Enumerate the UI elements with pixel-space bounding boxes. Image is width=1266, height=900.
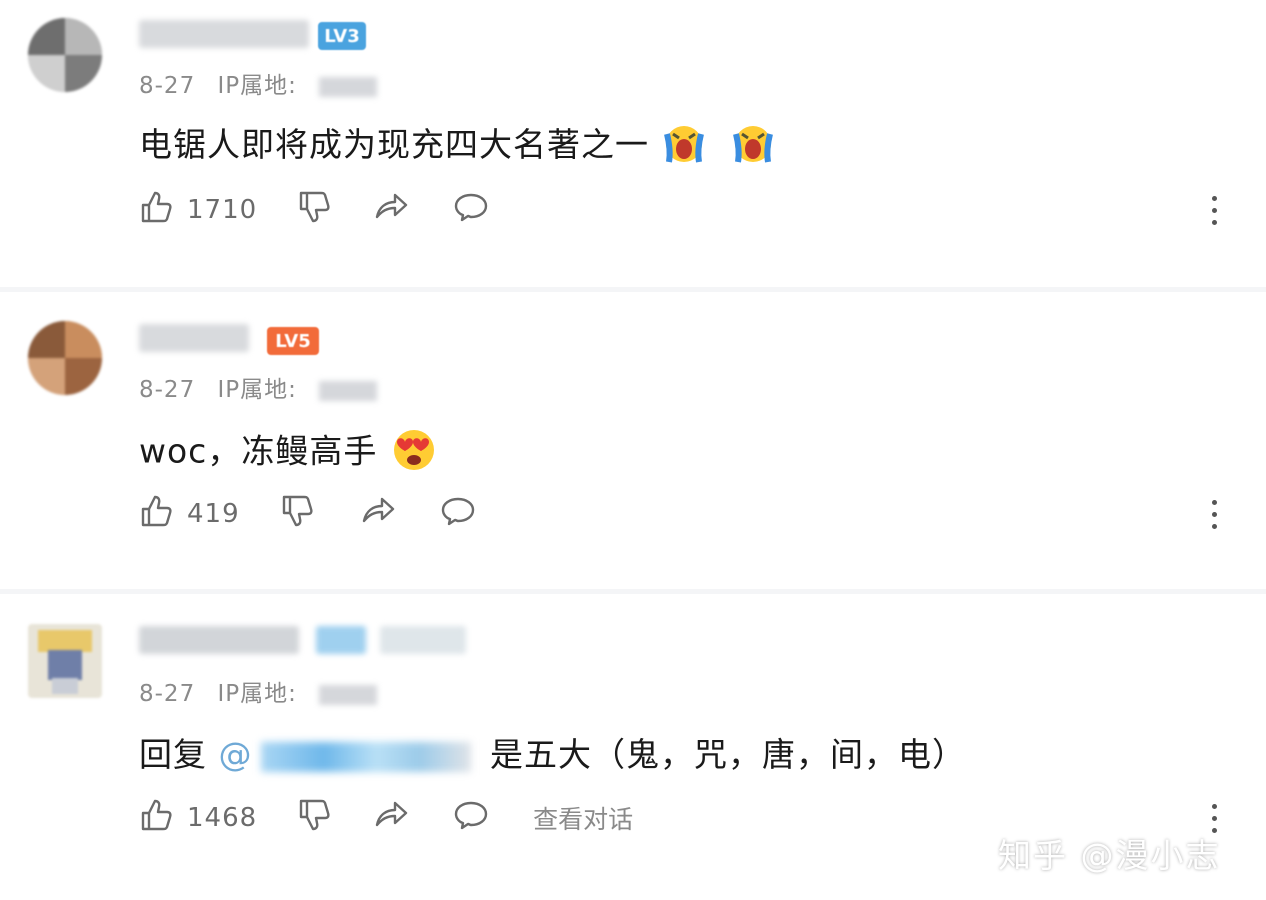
avatar[interactable] [28,624,102,698]
share-button[interactable] [373,797,409,840]
comment-date: 8-27 [139,681,196,707]
thumbs-up-icon [139,797,175,840]
badge-blurred [316,626,366,654]
avatar[interactable] [28,18,102,92]
share-button[interactable] [373,189,409,232]
reply-button[interactable] [453,189,489,232]
ip-location-blurred [319,380,378,401]
dislike-button[interactable] [297,189,333,232]
share-icon [373,189,409,232]
badge-blurred [380,626,466,654]
comment-meta: 8-27 IP属地: [139,66,378,100]
reply-button[interactable] [440,493,476,536]
comment-date: 8-27 [139,377,196,403]
like-count: 1468 [187,803,258,833]
reply-button[interactable] [453,797,489,840]
comment-actions: 419 [139,494,476,534]
comment-card: LV5 8-27 IP属地: woc，冻鳗高手 419 [0,292,1266,589]
view-conversation-link[interactable]: 查看对话 [533,800,633,836]
mention-username-blurred [260,741,471,772]
dislike-button[interactable] [297,797,333,840]
reply-prefix: 回复 [139,735,207,774]
like-button[interactable]: 1468 [139,797,257,840]
comment-actions: 1468 查看对话 [139,798,633,838]
username-blurred[interactable] [139,626,299,654]
more-vertical-icon [1211,803,1217,809]
thumbs-down-icon [280,493,316,536]
view-conversation-label: 查看对话 [533,805,634,834]
thumbs-down-icon [297,189,333,232]
mention-link[interactable]: @ [219,735,479,774]
more-vertical-icon [1211,195,1217,201]
more-options-button[interactable] [1200,494,1228,534]
ip-label: IP属地 [217,681,289,707]
level-badge: LV5 [267,327,319,355]
comment-text: 电锯人即将成为现充四大名著之一 [139,118,776,174]
comment-text: 回复 @ 是五大（鬼，咒，唐，间，电） [139,728,966,776]
like-button[interactable]: 1710 [139,189,257,232]
crying-emoji-icon [661,120,707,174]
dislike-button[interactable] [280,493,316,536]
like-count: 419 [187,499,240,529]
thumbs-up-icon [139,189,175,232]
ip-location-blurred [319,76,378,97]
comment-card: LV3 8-27 IP属地: 电锯人即将成为现充四大名著之一 1710 [0,0,1266,287]
thumbs-up-icon [139,493,175,536]
ip-label: IP属地 [217,377,289,403]
comment-icon [453,797,489,840]
comment-body: 电锯人即将成为现充四大名著之一 [139,125,649,164]
comment-actions: 1710 [139,190,489,230]
share-button[interactable] [360,493,396,536]
comment-date: 8-27 [139,73,196,99]
level-badge: LV3 [318,22,366,50]
crying-emoji-icon [730,120,776,174]
comment-body: woc，冻鳗高手 [139,431,378,471]
avatar[interactable] [28,321,102,395]
username-blurred[interactable] [139,20,309,48]
like-count: 1710 [187,195,258,225]
username-blurred[interactable] [139,324,249,352]
thumbs-down-icon [297,797,333,840]
like-button[interactable]: 419 [139,493,240,536]
share-icon [360,493,396,536]
comment-meta: 8-27 IP属地: [139,370,378,404]
watermark: 知乎 @漫小志 [998,836,1221,875]
ip-label: IP属地 [217,73,289,99]
comment-text: woc，冻鳗高手 [139,424,439,482]
more-options-button[interactable] [1200,190,1228,230]
ip-location-blurred [319,684,378,705]
comment-icon [453,189,489,232]
comment-meta: 8-27 IP属地: [139,674,378,708]
more-vertical-icon [1211,499,1217,505]
heart-eyes-emoji-icon [389,424,439,482]
comment-icon [440,493,476,536]
share-icon [373,797,409,840]
comment-body: 是五大（鬼，咒，唐，间，电） [490,735,966,774]
